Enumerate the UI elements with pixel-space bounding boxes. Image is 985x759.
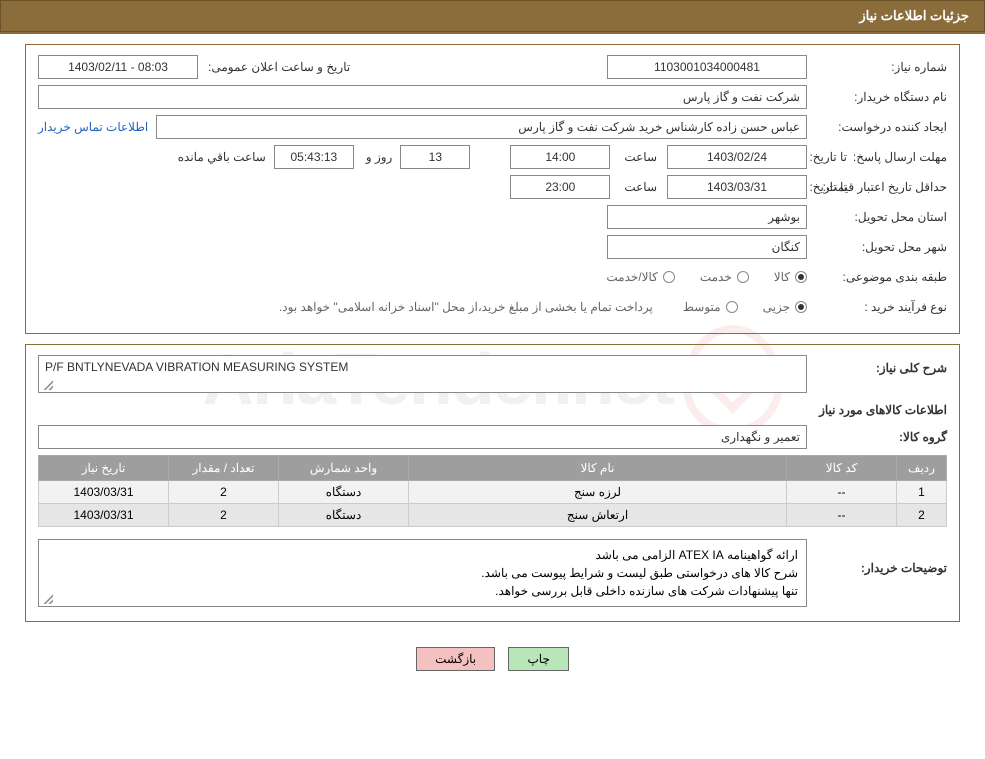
price-valid-time: 23:00 (510, 175, 610, 199)
buyer-notes-box: ارائه گواهینامه ATEX IA الزامی می باشد ش… (38, 539, 807, 607)
announce-label: تاریخ و ساعت اعلان عمومی: (204, 60, 350, 74)
th-qty: تعداد / مقدار (169, 456, 279, 481)
countdown-value: 05:43:13 (274, 145, 354, 169)
radio-medium[interactable] (726, 301, 738, 313)
action-buttons: چاپ بازگشت (0, 647, 985, 671)
cell-date: 1403/03/31 (39, 481, 169, 504)
purchase-type-label: نوع فرآیند خرید : (807, 300, 947, 314)
page-title: جزئیات اطلاعات نیاز (859, 8, 969, 23)
cell-date: 1403/03/31 (39, 504, 169, 527)
radio-goods-service[interactable] (663, 271, 675, 283)
days-and-label: روز و (362, 150, 393, 164)
print-button[interactable]: چاپ (508, 647, 568, 671)
table-row: 1 -- لرزه سنج دستگاه 2 1403/03/31 (39, 481, 947, 504)
cell-qty: 2 (169, 504, 279, 527)
days-value: 13 (400, 145, 470, 169)
items-section-title: اطلاعات کالاهای مورد نیاز (38, 403, 947, 417)
radio-service-label: خدمت (700, 270, 732, 284)
announce-value: 1403/02/11 - 08:03 (38, 55, 198, 79)
resize-grip-icon[interactable] (41, 592, 53, 604)
radio-goods[interactable] (795, 271, 807, 283)
deadline-date: 1403/02/24 (667, 145, 807, 169)
buyer-notes-line: شرح کالا های درخواستی طبق لیست و شرایط پ… (47, 564, 798, 582)
deadline-time: 14:00 (510, 145, 610, 169)
purchase-note: پرداخت تمام یا بخشی از مبلغ خرید،از محل … (275, 300, 653, 314)
resize-grip-icon[interactable] (41, 378, 53, 390)
cell-code: -- (787, 504, 897, 527)
cell-unit: دستگاه (279, 481, 409, 504)
th-date: تاریخ نیاز (39, 456, 169, 481)
time-label-1: ساعت (620, 150, 657, 164)
delivery-province-label: استان محل تحویل: (807, 210, 947, 224)
radio-goods-label: کالا (774, 270, 790, 284)
items-panel: شرح کلی نیاز: P/F BNTLYNEVADA VIBRATION … (25, 344, 960, 622)
th-code: کد کالا (787, 456, 897, 481)
table-row: 2 -- ارتعاش سنج دستگاه 2 1403/03/31 (39, 504, 947, 527)
need-no-label: شماره نیاز: (807, 60, 947, 74)
page-title-bar: جزئیات اطلاعات نیاز (0, 0, 985, 32)
items-table: ردیف کد کالا نام کالا واحد شمارش تعداد /… (38, 455, 947, 527)
overall-need-label: شرح کلی نیاز: (807, 355, 947, 375)
overall-need-text: P/F BNTLYNEVADA VIBRATION MEASURING SYST… (45, 360, 348, 374)
cell-qty: 2 (169, 481, 279, 504)
requester-value: عباس حسن زاده کارشناس خرید شرکت نفت و گا… (156, 115, 807, 139)
th-name: نام کالا (409, 456, 787, 481)
cell-unit: دستگاه (279, 504, 409, 527)
delivery-city-value: کنگان (607, 235, 807, 259)
remaining-label: ساعت باقي مانده (174, 150, 266, 164)
deadline-label: مهلت ارسال پاسخ: (847, 150, 947, 164)
back-button[interactable]: بازگشت (416, 647, 495, 671)
subject-class-label: طبقه بندی موضوعی: (807, 270, 947, 284)
radio-medium-label: متوسط (683, 300, 721, 314)
delivery-province-value: بوشهر (607, 205, 807, 229)
th-unit: واحد شمارش (279, 456, 409, 481)
buyer-notes-line: ارائه گواهینامه ATEX IA الزامی می باشد (47, 546, 798, 564)
price-valid-date: 1403/03/31 (667, 175, 807, 199)
buyer-notes-line: تنها پیشنهادات شرکت های سازنده داخلی قاب… (47, 582, 798, 600)
need-no-value: 1103001034000481 (607, 55, 807, 79)
to-date-label-2: تا تاریخ: (807, 180, 847, 194)
requester-label: ایجاد کننده درخواست: (807, 120, 947, 134)
header-underline (0, 32, 985, 34)
cell-idx: 2 (897, 504, 947, 527)
buyer-notes-label: توضیحات خریدار: (807, 539, 947, 575)
table-header-row: ردیف کد کالا نام کالا واحد شمارش تعداد /… (39, 456, 947, 481)
overall-need-value: P/F BNTLYNEVADA VIBRATION MEASURING SYST… (38, 355, 807, 393)
cell-name: لرزه سنج (409, 481, 787, 504)
buyer-org-value: شرکت نفت و گاز پارس (38, 85, 807, 109)
buyer-org-label: نام دستگاه خریدار: (807, 90, 947, 104)
group-label: گروه کالا: (807, 430, 947, 444)
cell-code: -- (787, 481, 897, 504)
to-date-label-1: تا تاریخ: (807, 150, 847, 164)
radio-partial[interactable] (795, 301, 807, 313)
cell-name: ارتعاش سنج (409, 504, 787, 527)
th-idx: ردیف (897, 456, 947, 481)
radio-partial-label: جزیی (763, 300, 790, 314)
radio-goods-service-label: کالا/خدمت (606, 270, 657, 284)
cell-idx: 1 (897, 481, 947, 504)
group-value: تعمیر و نگهداری (38, 425, 807, 449)
buyer-contact-link[interactable]: اطلاعات تماس خریدار (38, 120, 148, 134)
time-label-2: ساعت (620, 180, 657, 194)
radio-service[interactable] (737, 271, 749, 283)
delivery-city-label: شهر محل تحویل: (807, 240, 947, 254)
details-panel: شماره نیاز: 1103001034000481 تاریخ و ساع… (25, 44, 960, 334)
